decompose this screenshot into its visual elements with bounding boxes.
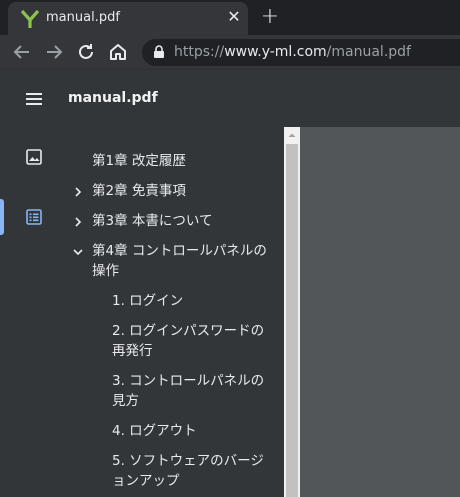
reload-icon[interactable] (74, 40, 98, 64)
outline-subitem[interactable]: 4. ログアウト (112, 421, 197, 441)
close-tab-icon[interactable]: ✕ (225, 8, 243, 26)
url-path: /manual.pdf (326, 44, 411, 60)
site-favicon-icon (20, 9, 40, 28)
outline-item[interactable]: 第2章 免責事項 (92, 181, 186, 201)
document-title: manual.pdf (68, 90, 158, 106)
home-icon[interactable] (106, 40, 130, 64)
pdf-toolbar: manual.pdf (0, 70, 460, 127)
lock-icon[interactable] (152, 45, 166, 59)
scrollbar-thumb[interactable] (286, 144, 298, 497)
address-bar[interactable]: https://www.y-ml.com/manual.pdf (142, 39, 460, 66)
url-host: www.y-ml.com (224, 44, 327, 60)
tab-strip: manual.pdf ✕ + (0, 0, 460, 35)
browser-tab[interactable]: manual.pdf ✕ (8, 2, 248, 35)
url-scheme: https:// (174, 44, 225, 60)
chevron-down-icon[interactable] (72, 246, 84, 258)
outline-icon[interactable] (24, 207, 44, 227)
outline-subitem-continuation[interactable]: ョンアップ (112, 471, 180, 491)
chevron-right-icon[interactable] (72, 186, 84, 198)
scroll-up-arrow-icon[interactable] (284, 127, 300, 143)
outline-subitem-continuation[interactable]: 見方 (112, 391, 139, 411)
outline-subitem[interactable]: 3. コントロールパネルの (112, 371, 264, 391)
outline-item[interactable]: 第4章 コントロールパネルの (92, 241, 267, 261)
browser-toolbar: https://www.y-ml.com/manual.pdf (0, 35, 460, 70)
pdf-sidebar: 第1章 改定履歴 第2章 免責事項 第3章 本書について 第4章 コントロールパ… (0, 127, 300, 497)
active-indicator (0, 199, 4, 235)
thumbnails-icon[interactable] (24, 147, 44, 167)
forward-icon[interactable] (42, 40, 66, 64)
document-outline: 第1章 改定履歴 第2章 免責事項 第3章 本書について 第4章 コントロールパ… (68, 127, 284, 497)
outline-item-continuation[interactable]: 操作 (92, 261, 119, 281)
outline-item[interactable]: 第1章 改定履歴 (92, 151, 186, 171)
outline-subitem[interactable]: 2. ログインパスワードの (112, 321, 264, 341)
url-text: https://www.y-ml.com/manual.pdf (174, 44, 411, 60)
outline-subitem[interactable]: 1. ログイン (112, 291, 183, 311)
document-viewport[interactable] (300, 127, 460, 497)
back-icon[interactable] (10, 40, 34, 64)
sidebar-rail (0, 127, 68, 497)
tab-title: manual.pdf (46, 10, 120, 25)
outline-subitem-continuation[interactable]: 再発行 (112, 341, 153, 361)
outline-subitem[interactable]: 5. ソフトウェアのバージ (112, 451, 264, 471)
new-tab-icon[interactable]: + (258, 6, 282, 30)
outline-scrollbar[interactable] (284, 127, 300, 497)
chevron-right-icon[interactable] (72, 216, 84, 228)
outline-item[interactable]: 第3章 本書について (92, 211, 212, 231)
menu-icon[interactable] (24, 90, 44, 108)
